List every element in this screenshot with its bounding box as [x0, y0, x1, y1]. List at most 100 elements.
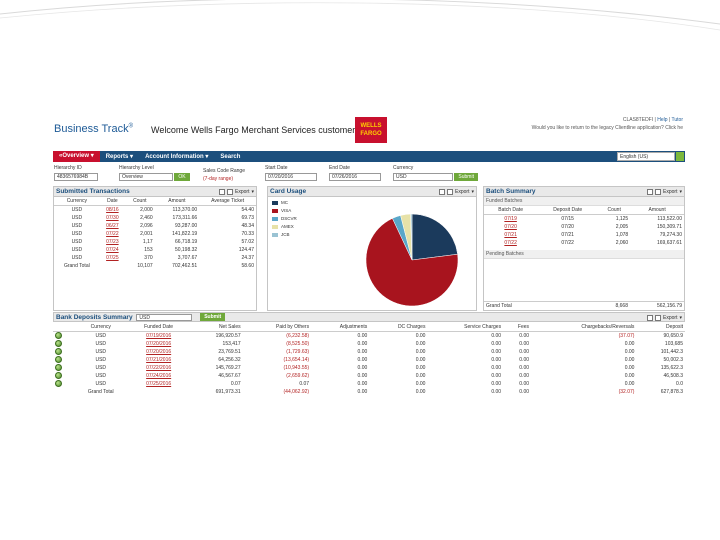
col-deposit-date[interactable]: Deposit Date [537, 206, 599, 215]
funded-date-cell[interactable]: 07/20/2016 [128, 348, 189, 356]
batch-date-cell[interactable]: 07/21 [484, 231, 537, 239]
language-go-button[interactable] [676, 152, 684, 161]
funded-date-cell[interactable]: 07/21/2016 [128, 356, 189, 364]
col-funded-date[interactable]: Funded Date [128, 323, 190, 332]
funded-date-cell[interactable]: 07/19/2016 [128, 332, 189, 341]
nav-overview[interactable]: «Overview ▾ [53, 151, 100, 162]
ok-button[interactable]: OK [174, 173, 190, 181]
date-cell[interactable]: 07/22 [100, 230, 125, 238]
expand-row-cell[interactable] [53, 356, 73, 364]
col-dc-charges[interactable]: DC Charges [369, 323, 428, 332]
col-currency[interactable]: Currency [54, 197, 100, 206]
expand-row-icon[interactable] [55, 332, 62, 340]
grid-view-icon[interactable] [219, 189, 226, 195]
col-deposit[interactable]: Deposit [636, 323, 685, 332]
currency-select[interactable]: USD [393, 173, 453, 181]
export-button[interactable]: Export [455, 188, 469, 196]
col-count[interactable]: Count [598, 206, 631, 215]
col-date[interactable]: Date [99, 197, 126, 206]
average-ticket-cell: 58.60 [241, 263, 254, 269]
col-currency[interactable]: Currency [73, 323, 129, 332]
nav-account-information[interactable]: Account Information ▾ [139, 153, 214, 160]
expand-row-icon[interactable] [55, 356, 62, 364]
batch-date-cell[interactable]: 07/22 [484, 239, 537, 247]
col-count[interactable]: Count [125, 197, 155, 206]
pie-slice-mc[interactable] [411, 213, 458, 261]
export-button[interactable]: Export [663, 188, 677, 196]
col-fees[interactable]: Fees [503, 323, 532, 332]
deposits-submit-button[interactable]: Submit [200, 313, 226, 322]
chart-view-icon[interactable] [447, 189, 454, 195]
expand-row-cell[interactable] [53, 380, 73, 388]
table-row: USD 07/19/2016 196,920.57 (6,232.58) 0.00 0.0… [53, 332, 685, 341]
main-nav: «Overview ▾ Reports ▾ Account Informatio… [53, 151, 685, 162]
help-link[interactable]: Help [657, 117, 667, 123]
expand-row-icon[interactable] [55, 364, 62, 372]
end-date-input[interactable]: 07/26/2016 [329, 173, 381, 181]
batch-date-cell[interactable]: 07/19 [484, 215, 537, 224]
table-row: USD 07/20/2016 23,769.51 (1,729.63) 0.00 0.00… [53, 348, 685, 356]
expand-row-cell[interactable] [53, 340, 73, 348]
submitted-transactions-table: Currency Date Count Amount Average Ticke… [54, 197, 256, 270]
count-cell: 1,17 [142, 239, 153, 245]
hierarchy-id-input[interactable]: 4836576984B [54, 173, 98, 181]
funded-date-cell[interactable]: 07/20/2016 [128, 340, 189, 348]
col-amount[interactable]: Amount [154, 197, 200, 206]
export-button[interactable]: Export [663, 314, 677, 322]
legacy-link[interactable]: Would you like to return to the legacy C… [532, 124, 683, 132]
date-cell[interactable]: 07/25 [100, 254, 125, 262]
date-cell[interactable]: 06/27 [100, 222, 125, 230]
col-chargebacks-reversals[interactable]: Chargebacks/Reversals [531, 323, 637, 332]
col-average-ticket[interactable]: Average Ticket [199, 197, 256, 206]
hierarchy-level-select[interactable]: Overview [119, 173, 173, 181]
deposit-cell: 627,878.3 [660, 389, 683, 395]
tutor-link[interactable]: Tutor [672, 117, 683, 123]
date-cell[interactable]: 08/16 [100, 206, 125, 215]
dc-charges-cell: 0.00 [415, 373, 426, 379]
dropdown-arrow-icon[interactable]: ▾ [251, 188, 254, 196]
col-net-sales[interactable]: Net Sales [189, 323, 243, 332]
currency-cell: USD [71, 231, 83, 237]
col-amount[interactable]: Amount [630, 206, 684, 215]
grid-view-icon[interactable] [647, 315, 654, 321]
expand-row-icon[interactable] [55, 340, 62, 348]
count-cell: 2,001 [140, 231, 153, 237]
start-date-input[interactable]: 07/20/2016 [265, 173, 317, 181]
expand-row-cell[interactable] [53, 364, 73, 372]
deposit-date-cell: 07/20 [561, 224, 574, 230]
expand-row-cell[interactable] [53, 332, 73, 341]
nav-search[interactable]: Search [214, 154, 246, 160]
dc-charges-cell: 0.00 [415, 341, 426, 347]
grid-view-icon[interactable] [439, 189, 446, 195]
bank-deposits-table: Currency Funded Date Net Sales Paid by Othe… [53, 323, 685, 396]
expand-row-icon[interactable] [55, 380, 62, 388]
nav-reports[interactable]: Reports ▾ [100, 153, 139, 160]
chart-view-icon[interactable] [655, 315, 662, 321]
col-adjustments[interactable]: Adjustments [311, 323, 370, 332]
date-cell[interactable]: 07/24 [100, 246, 125, 254]
funded-date-cell[interactable]: 07/22/2016 [128, 364, 189, 372]
chart-view-icon[interactable] [227, 189, 234, 195]
batch-date-cell[interactable]: 07/20 [484, 223, 537, 231]
col-batch-date[interactable]: Batch Date [484, 206, 538, 215]
submit-button[interactable]: Submit [454, 173, 478, 181]
grid-view-icon[interactable] [647, 189, 654, 195]
expand-row-cell[interactable] [53, 372, 73, 380]
expand-row-icon[interactable] [55, 372, 62, 380]
deposits-currency-select[interactable]: USD [136, 313, 193, 321]
expand-row-cell[interactable] [53, 348, 73, 356]
dropdown-arrow-icon[interactable]: ▾ [679, 188, 682, 196]
business-track-logo[interactable]: Business Track® [54, 123, 133, 135]
language-select[interactable]: English (US) [617, 152, 675, 161]
expand-row-icon[interactable] [55, 348, 62, 356]
funded-date-cell[interactable]: 07/24/2016 [128, 372, 189, 380]
date-cell[interactable]: 07/23 [100, 238, 125, 246]
col-paid-by-others[interactable]: Paid by Others [242, 323, 312, 332]
col-service-charges[interactable]: Service Charges [427, 323, 504, 332]
funded-date-cell[interactable]: 07/25/2016 [128, 380, 189, 388]
dropdown-arrow-icon[interactable]: ▾ [471, 188, 474, 196]
dropdown-arrow-icon[interactable]: ▾ [679, 314, 682, 322]
date-cell[interactable]: 07/30 [100, 214, 125, 222]
chart-view-icon[interactable] [655, 189, 662, 195]
export-button[interactable]: Export [235, 188, 249, 196]
